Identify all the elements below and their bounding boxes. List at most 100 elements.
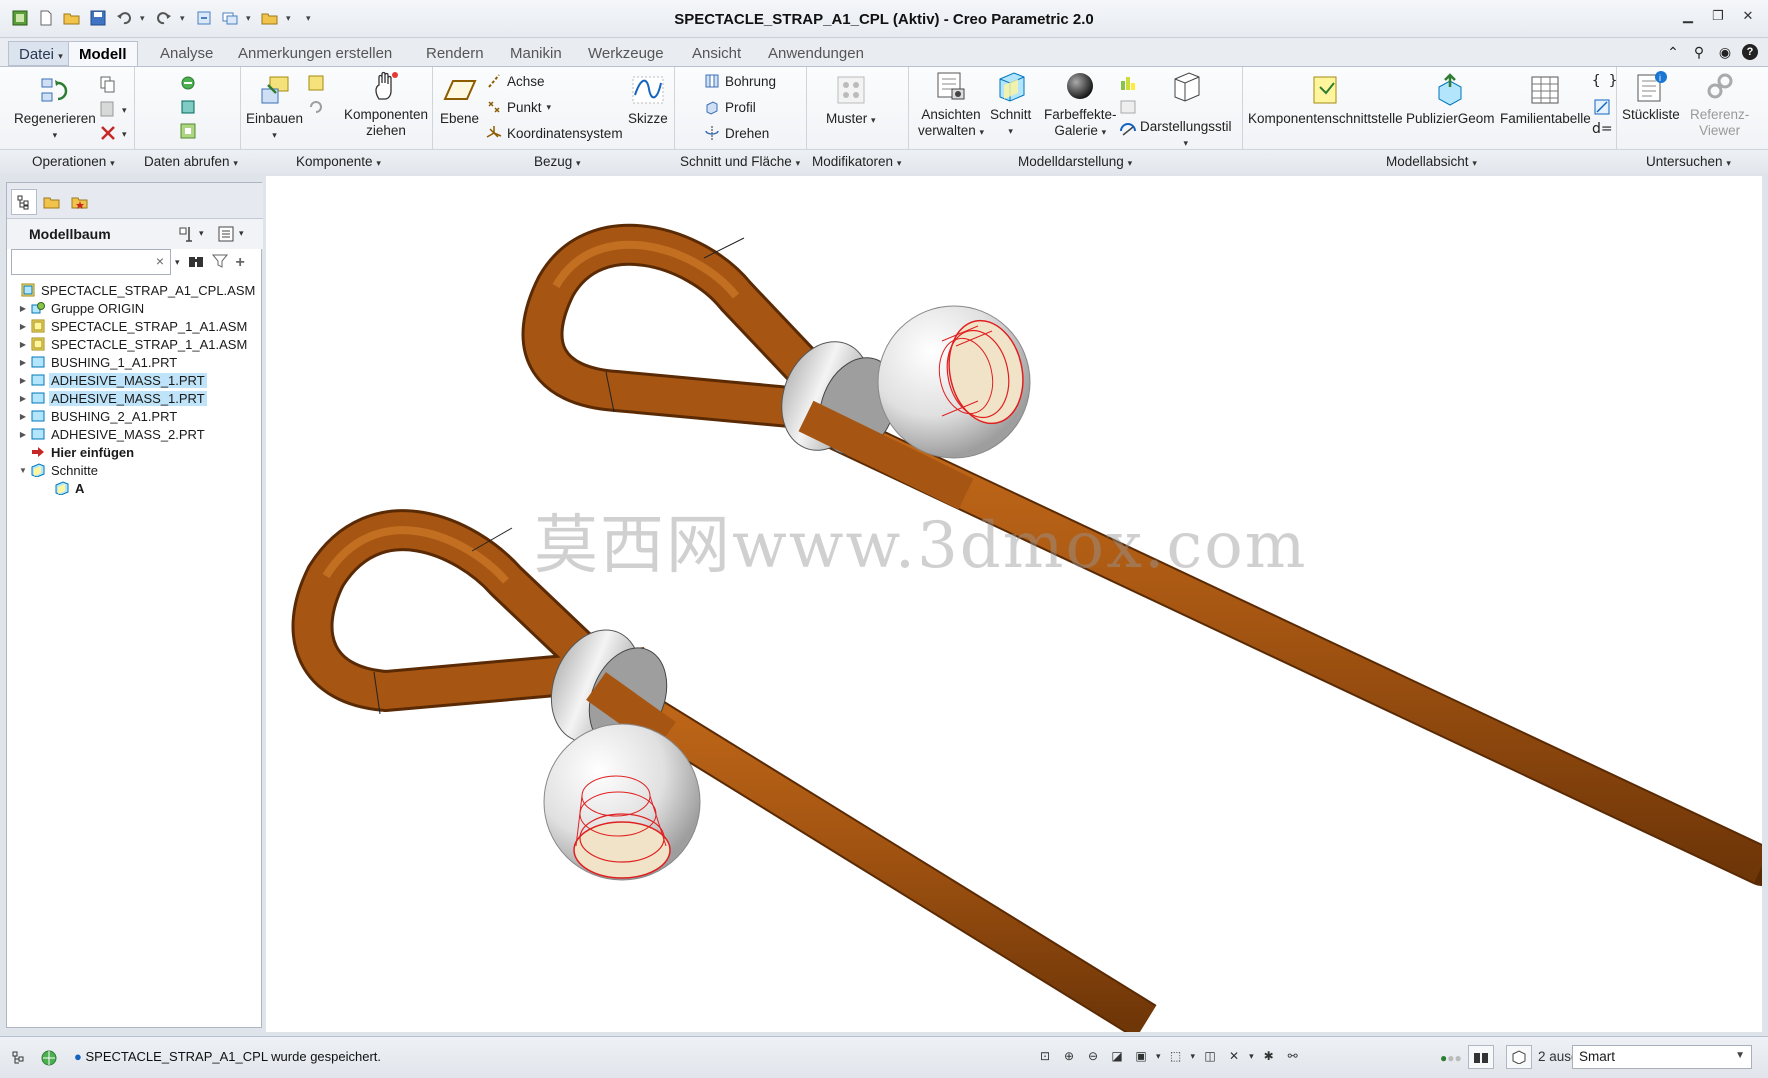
komponenten-ziehen-button[interactable]: Komponenten ziehen	[344, 69, 428, 139]
tab-analyse[interactable]: Analyse	[150, 41, 223, 66]
tab-manikin[interactable]: Manikin	[500, 41, 572, 66]
delete-dropdown-icon[interactable]: ▾	[122, 129, 127, 140]
achse-button[interactable]: Achse	[486, 73, 545, 89]
model-tree-search-input[interactable]: ×	[11, 249, 171, 275]
selection-box-icon[interactable]	[1506, 1045, 1532, 1069]
datum-display-icon[interactable]: ✕	[1225, 1047, 1243, 1065]
chevron-down-icon[interactable]: ▾	[1191, 1051, 1196, 1062]
muster-button[interactable]: Muster ▾	[826, 73, 876, 128]
tree-item-insert-here[interactable]: Hier einfügen	[7, 443, 263, 461]
group-modifikatoren[interactable]: Modifikatoren ▾	[812, 154, 901, 169]
tab-anwendungen[interactable]: Anwendungen	[758, 41, 874, 66]
tree-item[interactable]: ▶ Gruppe ORIGIN	[7, 299, 263, 317]
drehen-button[interactable]: Drehen	[704, 125, 769, 141]
expand-icon[interactable]: ▶	[17, 358, 29, 367]
dimension-icon[interactable]: d=	[1592, 121, 1613, 137]
refit-icon[interactable]: ⊡	[1036, 1047, 1054, 1065]
search-icon[interactable]: ⚲	[1690, 43, 1708, 61]
ansichten-verwalten-button[interactable]: Ansichten verwalten ▾	[918, 69, 984, 140]
ebene-button[interactable]: Ebene	[440, 73, 479, 127]
annotation-display-icon[interactable]: ⚯	[1284, 1047, 1302, 1065]
minimize-icon[interactable]: ▁	[1680, 8, 1696, 24]
tab-werkzeuge[interactable]: Werkzeuge	[578, 41, 674, 66]
expand-icon[interactable]: ▶	[17, 340, 29, 349]
skizze-button[interactable]: Skizze	[628, 73, 668, 127]
minimize-ribbon-icon[interactable]: ⌃	[1664, 43, 1682, 61]
group-komponente[interactable]: Komponente ▾	[296, 154, 381, 169]
tab-datei[interactable]: Datei ▾	[8, 41, 74, 66]
spin-center-icon[interactable]: ✱	[1260, 1047, 1278, 1065]
find-icon[interactable]	[1468, 1045, 1494, 1069]
tree-item[interactable]: SPECTACLE_STRAP_A1_CPL.ASM	[7, 281, 263, 299]
create-component-icon[interactable]	[306, 73, 326, 93]
strap-lower[interactable]	[291, 509, 1157, 1032]
perspective-icon[interactable]	[1118, 121, 1138, 141]
tree-item[interactable]: ▶ SPECTACLE_STRAP_1_A1.ASM	[7, 317, 263, 335]
group-untersuchen[interactable]: Untersuchen ▾	[1646, 154, 1731, 169]
parameters-icon[interactable]	[1592, 97, 1612, 117]
adhesive-mass-upper[interactable]	[877, 305, 1032, 459]
copy-icon[interactable]	[98, 75, 118, 95]
tree-item[interactable]: ▼ Schnitte	[7, 461, 263, 479]
group-daten-abrufen[interactable]: Daten abrufen ▾	[144, 154, 238, 169]
bohrung-button[interactable]: Bohrung	[704, 73, 776, 89]
display-states-icon[interactable]	[1118, 97, 1138, 117]
relations-icon[interactable]: { }	[1592, 73, 1617, 89]
tab-ansicht[interactable]: Ansicht	[682, 41, 751, 66]
familientabelle-button[interactable]: Familientabelle	[1500, 73, 1591, 127]
tab-rendern[interactable]: Rendern	[416, 41, 494, 66]
zoom-in-icon[interactable]: ⊕	[1060, 1047, 1078, 1065]
group-modellabsicht[interactable]: Modellabsicht ▾	[1386, 154, 1477, 169]
help-icon[interactable]: ?	[1742, 44, 1758, 60]
tree-item[interactable]: A	[7, 479, 263, 497]
expand-icon[interactable]: ▶	[17, 394, 29, 403]
adhesive-mass-lower[interactable]	[543, 723, 701, 881]
tab-modell[interactable]: Modell	[68, 41, 138, 67]
expand-icon[interactable]: ▶	[17, 376, 29, 385]
tab-anmerkungen-erstellen[interactable]: Anmerkungen erstellen	[228, 41, 402, 66]
koordinatensystem-button[interactable]: Koordinatensystem	[486, 125, 623, 141]
regeneration-status-icon[interactable]: ●●●	[1440, 1051, 1462, 1065]
repeat-icon[interactable]	[306, 97, 326, 117]
punkt-button[interactable]: Punkt ▾	[486, 99, 551, 115]
profil-button[interactable]: Profil	[704, 99, 756, 115]
expand-icon[interactable]: ▶	[17, 412, 29, 421]
publiziergeom-button[interactable]: PublizierGeom	[1406, 73, 1495, 127]
tree-item[interactable]: ▶ SPECTACLE_STRAP_1_A1.ASM	[7, 335, 263, 353]
find-binoculars-icon[interactable]	[188, 253, 204, 272]
clear-search-icon[interactable]: ×	[156, 253, 164, 269]
shrinkwrap-icon[interactable]	[178, 97, 198, 117]
collapse-icon[interactable]: ▼	[17, 466, 29, 475]
filter-icon[interactable]	[211, 253, 228, 272]
einbauen-button[interactable]: Einbauen ▾	[246, 73, 303, 143]
model-tree-tab[interactable]	[11, 189, 37, 215]
delete-icon[interactable]	[98, 123, 118, 143]
schnitt-button[interactable]: Schnitt ▾	[990, 69, 1031, 139]
chevron-down-icon[interactable]: ▾	[1249, 1051, 1254, 1062]
paste-icon[interactable]	[98, 99, 118, 119]
display-tools-icon[interactable]	[1118, 73, 1138, 93]
show-dropdown-icon[interactable]: ▾	[239, 228, 244, 239]
close-icon[interactable]: ✕	[1740, 8, 1756, 24]
view-manager-icon[interactable]: ◫	[1201, 1047, 1219, 1065]
tree-item-selected[interactable]: ▶ ADHESIVE_MASS_1.PRT	[7, 371, 263, 389]
expand-icon[interactable]: ▶	[17, 430, 29, 439]
toggle-browser-icon[interactable]	[38, 1047, 60, 1069]
model-3d-view[interactable]	[266, 176, 1762, 1032]
maximize-icon[interactable]: ❐	[1710, 8, 1726, 24]
search-dropdown-icon[interactable]: ▾	[175, 257, 180, 268]
favorites-tab[interactable]	[67, 189, 93, 215]
community-icon[interactable]: ◉	[1716, 43, 1734, 61]
komponentenschnittstelle-button[interactable]: Komponentenschnittstelle	[1248, 73, 1403, 127]
tree-item[interactable]: ▶ ADHESIVE_MASS_2.PRT	[7, 425, 263, 443]
copy-geometry-icon[interactable]	[178, 73, 198, 93]
add-column-icon[interactable]: +	[236, 254, 245, 272]
toggle-navigator-icon[interactable]	[8, 1047, 30, 1069]
stueckliste-button[interactable]: i Stückliste	[1622, 69, 1680, 123]
settings-dropdown-icon[interactable]: ▾	[199, 228, 204, 239]
paste-dropdown-icon[interactable]: ▾	[122, 105, 127, 116]
merge-inheritance-icon[interactable]	[178, 121, 198, 141]
expand-icon[interactable]: ▶	[17, 322, 29, 331]
saved-orientations-icon[interactable]: ⬚	[1167, 1047, 1185, 1065]
tree-item[interactable]: ▶ BUSHING_2_A1.PRT	[7, 407, 263, 425]
